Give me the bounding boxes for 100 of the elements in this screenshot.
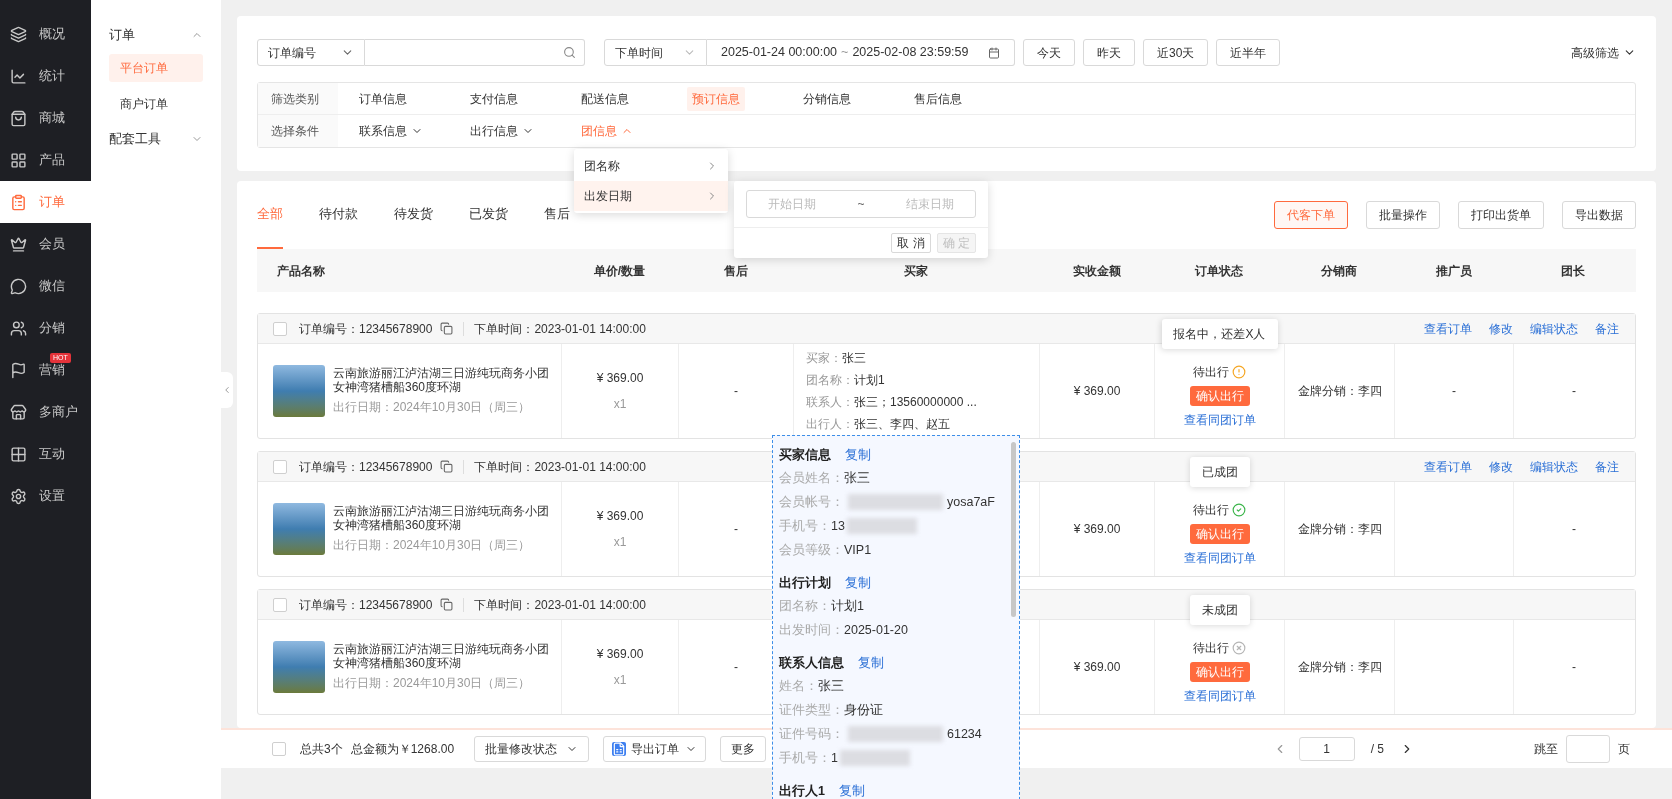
sidebar-item[interactable]: 统计 bbox=[0, 55, 91, 97]
group-orders-link[interactable]: 查看同团订单 bbox=[1183, 687, 1256, 705]
sidebar-item[interactable]: 互动 bbox=[0, 433, 91, 475]
filter-option[interactable]: 售后信息 bbox=[909, 86, 967, 111]
order-tab[interactable]: 已发货 bbox=[469, 181, 508, 249]
quick-range-button[interactable]: 今天 bbox=[1023, 39, 1075, 66]
order-action-link[interactable]: 修改 bbox=[1489, 319, 1513, 338]
range-separator: ~ bbox=[857, 196, 865, 213]
order-action-link[interactable]: 查看订单 bbox=[1424, 457, 1472, 476]
menu-item[interactable]: 出发日期 bbox=[574, 181, 728, 211]
total-count: 总共3个 bbox=[300, 741, 343, 758]
batch-status-select[interactable]: 批量修改状态 bbox=[474, 736, 590, 762]
sidebar-item[interactable]: 商城 bbox=[0, 97, 91, 139]
search-icon bbox=[563, 46, 576, 59]
jump-page-input[interactable] bbox=[1566, 735, 1610, 763]
status-tooltip: 报名中，还差X人 bbox=[1161, 319, 1278, 349]
order-action-link[interactable]: 备注 bbox=[1595, 457, 1619, 476]
info-label: 姓名： bbox=[779, 677, 818, 695]
quick-range-button[interactable]: 近30天 bbox=[1143, 39, 1209, 66]
filter-option[interactable]: 支付信息 bbox=[465, 86, 523, 111]
section-title: 出行人1 bbox=[779, 782, 825, 799]
copy-icon[interactable] bbox=[440, 322, 454, 335]
column-header: 团长 bbox=[1561, 262, 1585, 280]
column-header: 订单状态 bbox=[1195, 262, 1243, 280]
menu-item[interactable]: 团名称 bbox=[574, 151, 728, 181]
collapse-handle[interactable] bbox=[221, 372, 233, 408]
nav-item[interactable]: 商户订单 bbox=[109, 90, 203, 118]
sidebar-item[interactable]: 产品 bbox=[0, 139, 91, 181]
condition-dropdown[interactable]: 出行信息 bbox=[465, 122, 539, 140]
section-title: 买家信息 bbox=[779, 446, 831, 464]
chevron-left-icon bbox=[222, 385, 232, 395]
nav-group[interactable]: 订单 bbox=[109, 24, 203, 46]
date-range-field[interactable]: 2025-01-24 00:00:00 ~ 2025-02-08 23:59:59 bbox=[707, 39, 1015, 66]
order-tab[interactable]: 待付款 bbox=[319, 181, 358, 249]
filter-option[interactable]: 订单信息 bbox=[354, 86, 412, 111]
page-input[interactable]: 1 bbox=[1298, 737, 1355, 761]
order-action-link[interactable]: 备注 bbox=[1595, 319, 1619, 338]
sidebar-item[interactable]: 设置 bbox=[0, 475, 91, 517]
info-label: 证件号码： bbox=[779, 725, 844, 743]
copy-icon[interactable] bbox=[440, 598, 454, 611]
checkbox[interactable] bbox=[273, 459, 287, 474]
start-date-placeholder: 开始日期 bbox=[767, 196, 816, 213]
group-orders-link[interactable]: 查看同团订单 bbox=[1183, 411, 1256, 429]
sidebar-item[interactable]: 微信 bbox=[0, 265, 91, 307]
search-type-select[interactable]: 订单编号 bbox=[257, 39, 365, 66]
section-title: 联系人信息 bbox=[779, 654, 844, 672]
total-amount: 总金额为￥1268.00 bbox=[350, 741, 455, 758]
info-value: yosa7aF bbox=[947, 493, 995, 511]
group-leader: - bbox=[1572, 383, 1576, 400]
sidebar-item[interactable]: 概况 bbox=[0, 13, 91, 55]
end-date-placeholder: 结束日期 bbox=[906, 196, 955, 213]
status-tooltip: 已成团 bbox=[1189, 457, 1250, 487]
order-action-link[interactable]: 查看订单 bbox=[1424, 319, 1472, 338]
order-action-link[interactable]: 编辑状态 bbox=[1530, 457, 1578, 476]
toolbar-button[interactable]: 打印出货单 bbox=[1458, 201, 1544, 229]
order-number: 订单编号：12345678900 bbox=[299, 458, 433, 476]
export-orders-button[interactable]: 导出订单 bbox=[603, 736, 707, 762]
toolbar-button[interactable]: 批量操作 bbox=[1366, 201, 1440, 229]
sidebar-item[interactable]: 多商户 bbox=[0, 391, 91, 433]
quick-range-button[interactable]: 昨天 bbox=[1083, 39, 1135, 66]
sidebar-item[interactable]: 会员 bbox=[0, 223, 91, 265]
group-orders-link[interactable]: 查看同团订单 bbox=[1183, 549, 1256, 567]
more-button[interactable]: 更多 bbox=[720, 736, 767, 762]
info-label: 手机号： bbox=[779, 749, 831, 767]
search-field[interactable] bbox=[365, 39, 585, 66]
filter-option[interactable]: 分销信息 bbox=[798, 86, 856, 111]
info-value: 2025-01-20 bbox=[844, 621, 908, 639]
order-tab[interactable]: 待发货 bbox=[394, 181, 433, 249]
photo-placeholder bbox=[273, 503, 325, 555]
copy-icon[interactable] bbox=[440, 460, 454, 473]
date-range-input[interactable]: 开始日期 ~ 结束日期 bbox=[746, 190, 976, 218]
cancel-button[interactable]: 取 消 bbox=[891, 233, 931, 253]
order-action-link[interactable]: 编辑状态 bbox=[1530, 319, 1578, 338]
copy-link[interactable]: 复制 bbox=[845, 445, 871, 465]
quantity: x1 bbox=[613, 396, 627, 413]
checkbox[interactable] bbox=[273, 597, 287, 612]
order-action-link[interactable]: 修改 bbox=[1489, 457, 1513, 476]
copy-link[interactable]: 复制 bbox=[858, 653, 884, 673]
checkbox[interactable] bbox=[273, 321, 287, 336]
order-tab[interactable]: 售后 bbox=[544, 181, 570, 249]
checkbox[interactable] bbox=[272, 742, 286, 756]
menu-icon bbox=[10, 67, 27, 85]
info-value: 张三 bbox=[818, 677, 844, 695]
nav-group[interactable]: 配套工具 bbox=[109, 128, 203, 150]
copy-link[interactable]: 复制 bbox=[845, 573, 871, 593]
filter-label: 筛选类别 bbox=[258, 83, 338, 114]
time-type-select[interactable]: 下单时间 bbox=[604, 39, 707, 66]
column-header: 推广员 bbox=[1435, 262, 1472, 280]
advanced-filter-toggle[interactable]: 高级筛选 bbox=[1571, 43, 1636, 62]
toolbar-button[interactable]: 导出数据 bbox=[1562, 201, 1636, 229]
paid-amount: ¥ 369.00 bbox=[1073, 383, 1121, 400]
condition-dropdown[interactable]: 联系信息 bbox=[354, 122, 428, 140]
order-time: 下单时间：2023-01-01 14:00:00 bbox=[474, 458, 646, 476]
unit-price: ¥ 369.00 bbox=[596, 370, 644, 387]
copy-link[interactable]: 复制 bbox=[838, 781, 865, 799]
buyer-detail: 买家：张三 bbox=[806, 350, 867, 367]
filter-option[interactable]: 配送信息 bbox=[576, 86, 634, 111]
quick-range-button[interactable]: 近半年 bbox=[1216, 39, 1281, 66]
sidebar-item[interactable]: 分销 bbox=[0, 307, 91, 349]
scrollbar-thumb[interactable] bbox=[1011, 442, 1016, 617]
